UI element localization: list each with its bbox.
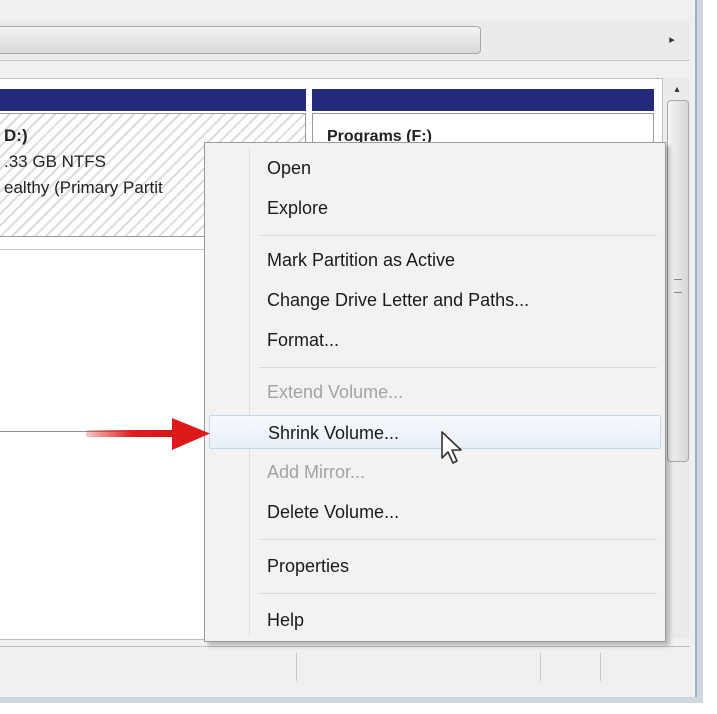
window-border xyxy=(695,0,697,697)
scroll-grip-icon xyxy=(674,279,682,293)
menu-item-open[interactable]: Open xyxy=(209,151,661,185)
menu-item-label: Add Mirror... xyxy=(267,462,366,482)
vertical-scrollbar[interactable]: ▴ xyxy=(664,78,690,638)
menu-item-properties[interactable]: Properties xyxy=(209,549,661,583)
row-divider xyxy=(0,249,204,250)
menu-item-label: Mark Partition as Active xyxy=(267,250,456,270)
status-divider xyxy=(296,653,297,681)
status-divider xyxy=(540,653,541,681)
menu-item-add-mirror: Add Mirror... xyxy=(209,455,661,489)
menu-item-mark-active[interactable]: Mark Partition as Active xyxy=(209,243,661,277)
menu-item-shrink-volume[interactable]: Shrink Volume... xyxy=(209,415,661,449)
horizontal-scroll-thumb[interactable] xyxy=(0,26,481,54)
menu-item-change-drive-letter[interactable]: Change Drive Letter and Paths... xyxy=(209,283,661,317)
menu-item-label: Extend Volume... xyxy=(267,382,404,402)
context-menu: Open Explore Mark Partition as Active Ch… xyxy=(204,142,666,642)
menu-separator xyxy=(259,593,657,594)
menu-item-label: Shrink Volume... xyxy=(268,423,400,443)
chevron-up-icon[interactable]: ▴ xyxy=(664,80,690,98)
partition-c-status: ealthy (Primary Partit xyxy=(4,178,163,197)
partition-c-header-bar xyxy=(0,89,306,111)
menu-item-label: Delete Volume... xyxy=(267,502,400,522)
partition-f-header-bar xyxy=(312,89,654,111)
red-arrow-icon xyxy=(86,418,210,450)
horizontal-scrollbar[interactable]: ▸ xyxy=(0,20,690,61)
menu-separator xyxy=(259,367,657,368)
menu-separator xyxy=(259,539,657,540)
menu-item-help[interactable]: Help xyxy=(209,603,661,637)
menu-item-format[interactable]: Format... xyxy=(209,323,661,357)
partition-c-size: .33 GB NTFS xyxy=(4,152,107,171)
menu-item-delete-volume[interactable]: Delete Volume... xyxy=(209,495,661,529)
menu-item-label: Open xyxy=(267,158,312,178)
menu-item-label: Explore xyxy=(267,198,329,218)
menu-item-label: Format... xyxy=(267,330,340,350)
chevron-right-icon[interactable]: ▸ xyxy=(664,30,680,48)
menu-item-label: Help xyxy=(267,610,305,630)
mouse-cursor-icon xyxy=(441,431,462,464)
menu-item-explore[interactable]: Explore xyxy=(209,191,661,225)
status-bar xyxy=(0,646,690,687)
vertical-scroll-thumb[interactable] xyxy=(667,100,689,462)
menu-item-extend-volume: Extend Volume... xyxy=(209,375,661,409)
menu-item-label: Properties xyxy=(267,556,350,576)
menu-item-label: Change Drive Letter and Paths... xyxy=(267,290,530,310)
partition-c-name: D:) xyxy=(4,126,28,145)
menu-separator xyxy=(259,235,657,236)
status-divider xyxy=(600,653,601,681)
